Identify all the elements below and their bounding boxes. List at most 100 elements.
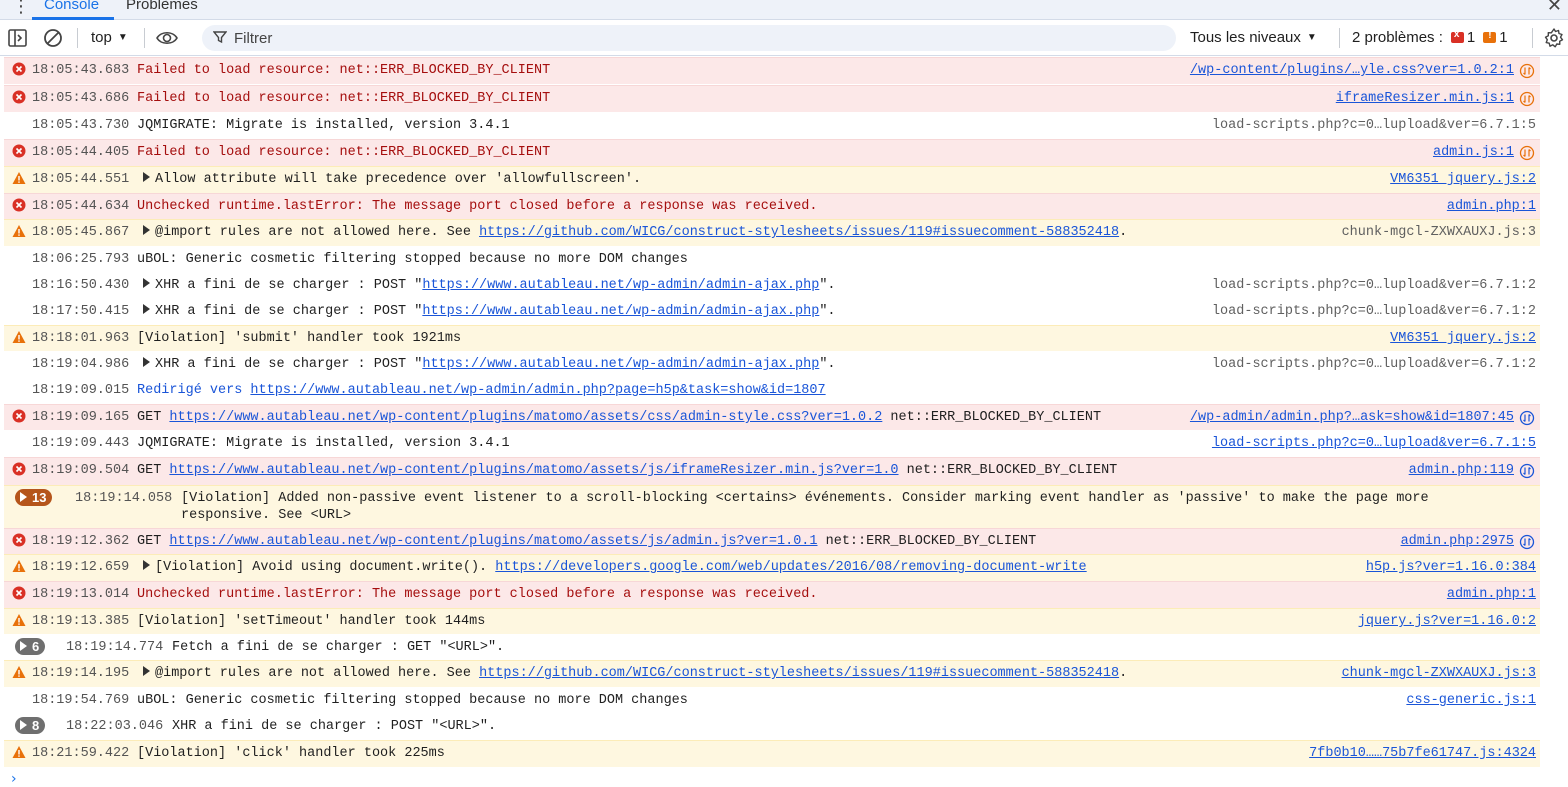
repeat-count-badge[interactable]: 8 — [15, 717, 46, 734]
source-link[interactable]: /wp-admin/admin.php?…ask=show&id=1807:45 — [1190, 410, 1514, 425]
filter-input[interactable] — [234, 27, 1134, 49]
message-suffix: . — [1119, 666, 1128, 681]
more-options-icon[interactable]: ⋮ — [12, 0, 30, 17]
source-location[interactable]: h5p.js?ver=1.16.0:384 — [1366, 559, 1536, 576]
source-location[interactable]: /wp-content/plugins/…yle.css?ver=1.0.2:1 — [1190, 62, 1514, 79]
expand-triangle-icon[interactable] — [143, 304, 150, 314]
source-link[interactable]: admin.php:2975 — [1401, 534, 1514, 549]
source-link[interactable]: admin.php:119 — [1409, 463, 1514, 478]
source-link[interactable]: VM6351 jquery.js:2 — [1390, 331, 1536, 346]
issues-label: 2 problèmes : — [1352, 29, 1443, 46]
console-message-row: 8 18:22:03.046 XHR a fini de se charger : … — [0, 713, 1568, 740]
source-location[interactable]: admin.php:1 — [1447, 586, 1536, 603]
message-link[interactable]: https://www.autableau.net/wp-admin/admin… — [422, 278, 819, 293]
source-link[interactable]: admin.php:1 — [1447, 587, 1536, 602]
issues-counter[interactable]: 2 problèmes : 1 1 — [1352, 29, 1508, 46]
source-link[interactable]: iframeResizer.min.js:1 — [1336, 91, 1514, 106]
repeat-count-badge[interactable]: 6 — [15, 638, 46, 655]
expand-triangle-icon[interactable] — [143, 357, 150, 367]
source-location[interactable]: jquery.js?ver=1.16.0:2 — [1358, 613, 1536, 630]
tab-problems[interactable]: Problèmes — [126, 0, 198, 13]
message-suffix: net::ERR_BLOCKED_BY_CLIENT — [882, 410, 1102, 425]
network-icon[interactable] — [1519, 463, 1535, 479]
message-link[interactable]: https://www.autableau.net/wp-admin/admin… — [250, 383, 825, 398]
filter-box[interactable] — [202, 25, 1176, 51]
close-icon[interactable]: ✕ — [1547, 0, 1562, 16]
source-link[interactable]: load-scripts.php?c=0…lupload&ver=6.7.1:5 — [1212, 436, 1536, 451]
blocked-request-icon[interactable] — [1519, 145, 1535, 161]
message-prefix: [Violation] Avoid using document.write()… — [155, 560, 496, 575]
message-link[interactable]: https://www.autableau.net/wp-admin/admin… — [422, 357, 819, 372]
source-link[interactable]: /wp-content/plugins/…yle.css?ver=1.0.2:1 — [1190, 63, 1514, 78]
source-location[interactable]: admin.php:119 — [1409, 462, 1514, 479]
live-expression-eye-icon[interactable] — [156, 27, 178, 49]
source-link[interactable]: admin.js:1 — [1433, 145, 1514, 160]
tab-console[interactable]: Console — [44, 0, 99, 13]
expand-triangle-icon[interactable] — [143, 666, 150, 676]
source-location[interactable]: VM6351 jquery.js:2 — [1390, 171, 1536, 188]
expand-triangle-icon[interactable] — [20, 641, 27, 651]
message-link[interactable]: https://www.autableau.net/wp-content/plu… — [169, 410, 882, 425]
repeat-count-badge[interactable]: 13 — [15, 489, 53, 506]
source-location[interactable]: chunk-mgcl-ZXWXAUXJ.js:3 — [1342, 665, 1536, 682]
console-prompt-icon[interactable]: › — [11, 771, 17, 787]
message-text: JQMIGRATE: Migrate is installed, version… — [137, 435, 510, 452]
message-text: XHR a fini de se charger : POST "https:/… — [137, 356, 836, 373]
source-location[interactable]: /wp-admin/admin.php?…ask=show&id=1807:45 — [1190, 409, 1514, 426]
source-link[interactable]: chunk-mgcl-ZXWXAUXJ.js:3 — [1342, 666, 1536, 681]
expand-triangle-icon[interactable] — [20, 492, 27, 502]
console-message-row: 18:05:43.686 Failed to load resource: net… — [0, 85, 1568, 112]
message-link[interactable]: https://www.autableau.net/wp-content/plu… — [169, 534, 817, 549]
network-icon[interactable] — [1519, 410, 1535, 426]
blocked-request-icon[interactable] — [1519, 91, 1535, 107]
source-link[interactable]: admin.php:1 — [1447, 199, 1536, 214]
warning-icon — [12, 666, 26, 678]
message-prefix: @import rules are not allowed here. See — [155, 225, 480, 240]
settings-gear-icon[interactable] — [1543, 27, 1565, 49]
console-message-row: 18:05:44.405 Failed to load resource: net… — [0, 139, 1568, 166]
message-body: Failed to load resource: net::ERR_BLOCKE… — [137, 91, 551, 106]
network-icon[interactable] — [1519, 534, 1535, 550]
sidebar-toggle-icon[interactable] — [7, 27, 29, 49]
clear-console-icon[interactable] — [42, 27, 64, 49]
source-location[interactable]: css-generic.js:1 — [1406, 692, 1536, 709]
source-link[interactable]: css-generic.js:1 — [1406, 693, 1536, 708]
message-suffix: net::ERR_BLOCKED_BY_CLIENT — [898, 463, 1118, 478]
message-body: Failed to load resource: net::ERR_BLOCKE… — [137, 63, 551, 78]
source-location[interactable]: admin.php:1 — [1447, 198, 1536, 215]
message-link[interactable]: https://www.autableau.net/wp-admin/admin… — [422, 304, 819, 319]
console-message-row: 18:05:44.634 Unchecked runtime.lastError:… — [0, 193, 1568, 219]
source-link[interactable]: VM6351 jquery.js:2 — [1390, 172, 1536, 187]
console-messages: 18:05:43.683 Failed to load resource: net… — [0, 57, 1568, 787]
source-location: chunk-mgcl-ZXWXAUXJ.js:3 — [1341, 225, 1536, 240]
message-timestamp: 18:19:13.385 — [32, 614, 130, 629]
source-location[interactable]: load-scripts.php?c=0…lupload&ver=6.7.1:5 — [1212, 435, 1536, 452]
message-timestamp: 18:19:09.165 — [32, 410, 130, 425]
context-selector[interactable]: top ▼ — [91, 29, 128, 46]
expand-triangle-icon[interactable] — [143, 172, 150, 182]
source-link[interactable]: jquery.js?ver=1.16.0:2 — [1358, 614, 1536, 629]
expand-triangle-icon[interactable] — [143, 560, 150, 570]
error-icon — [12, 198, 26, 212]
message-prefix: GET — [137, 534, 170, 549]
source-link[interactable]: h5p.js?ver=1.16.0:384 — [1366, 560, 1536, 575]
source-location[interactable]: VM6351 jquery.js:2 — [1390, 330, 1536, 347]
source-location[interactable]: admin.php:2975 — [1401, 533, 1514, 550]
message-link[interactable]: https://github.com/WICG/construct-styles… — [479, 225, 1119, 240]
log-levels-value: Tous les niveaux — [1190, 29, 1301, 46]
source-location[interactable]: admin.js:1 — [1433, 144, 1514, 161]
expand-triangle-icon[interactable] — [143, 225, 150, 235]
toolbar-divider — [144, 28, 145, 48]
expand-triangle-icon[interactable] — [143, 278, 150, 288]
message-link[interactable]: https://github.com/WICG/construct-styles… — [479, 666, 1119, 681]
blocked-request-icon[interactable] — [1519, 63, 1535, 79]
message-text: Failed to load resource: net::ERR_BLOCKE… — [137, 90, 550, 107]
message-link[interactable]: https://developers.google.com/web/update… — [495, 560, 1086, 575]
expand-triangle-icon[interactable] — [20, 720, 27, 730]
warning-icon — [12, 172, 26, 184]
source-link[interactable]: 7fb0b10……75b7fe61747.js:4324 — [1309, 746, 1536, 761]
message-link[interactable]: https://www.autableau.net/wp-content/plu… — [169, 463, 898, 478]
source-location[interactable]: 7fb0b10……75b7fe61747.js:4324 — [1309, 745, 1536, 762]
source-location[interactable]: iframeResizer.min.js:1 — [1336, 90, 1514, 107]
log-levels-dropdown[interactable]: Tous les niveaux ▼ — [1190, 29, 1317, 46]
